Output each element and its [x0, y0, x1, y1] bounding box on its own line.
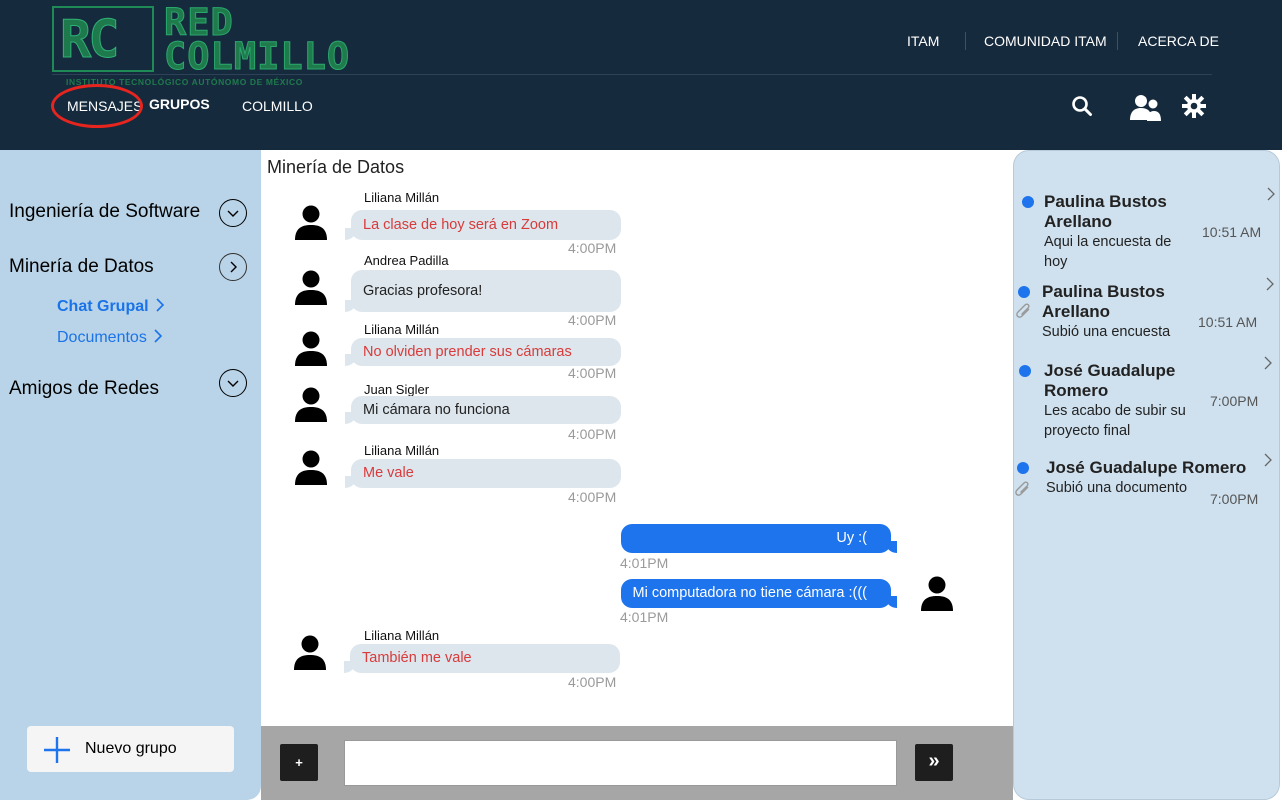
message-bubble: También me vale: [344, 644, 620, 673]
expand-toggle[interactable]: [219, 369, 247, 397]
message-input[interactable]: [344, 740, 897, 786]
notification-text: Les acabo de subir su proyecto final: [1044, 403, 1186, 439]
nav-itam[interactable]: ITAM: [907, 33, 939, 49]
collapse-toggle[interactable]: [219, 253, 247, 281]
message-bubble: Mi cámara no funciona: [345, 396, 621, 424]
send-button[interactable]: »: [915, 744, 953, 781]
notification-text: Subió una encuesta: [1042, 324, 1171, 340]
message-bubble: Gracias profesora!: [345, 270, 621, 312]
unread-dot: [1018, 286, 1030, 298]
new-group-button[interactable]: Nuevo grupo: [27, 726, 234, 772]
message-time: 4:00PM: [568, 240, 617, 256]
search-icon[interactable]: [1071, 95, 1093, 117]
chevron-right-icon: [154, 329, 162, 343]
notification-sender: Paulina Bustos Arellano: [1042, 282, 1165, 321]
groups-sidebar: Ingeniería de Software Minería de Datos …: [0, 150, 261, 800]
nav-separator: [1117, 32, 1118, 50]
nav-comunidad-itam[interactable]: COMUNIDAD ITAM: [984, 33, 1107, 49]
user-avatar-icon: [295, 270, 327, 305]
tab-colmillo[interactable]: COLMILLO: [242, 98, 313, 114]
expand-toggle[interactable]: [219, 199, 247, 227]
message-time: 4:00PM: [568, 365, 617, 381]
message-time: 4:01PM: [620, 609, 669, 625]
own-message-bubble: Uy :(: [621, 524, 897, 553]
header-divider: [52, 74, 1212, 75]
notification-text: Subió una documento: [1046, 480, 1188, 496]
message-bubble: La clase de hoy será en Zoom: [345, 210, 621, 240]
group-amigos-redes[interactable]: Amigos de Redes: [9, 378, 159, 400]
notifications-panel: Paulina Bustos Arellano Aqui la encuesta…: [1013, 150, 1280, 800]
unread-dot: [1022, 196, 1034, 208]
message-time: 4:00PM: [568, 426, 617, 442]
message-time: 4:00PM: [568, 674, 617, 690]
message-time: 4:00PM: [568, 489, 617, 505]
chevron-right-icon: [1264, 453, 1272, 467]
link-chat-grupal-label: Chat Grupal: [57, 298, 149, 315]
unread-dot: [1017, 462, 1029, 474]
notification-time: 10:51 AM: [1198, 314, 1258, 330]
message-bubble: No olviden prender sus cámaras: [345, 338, 621, 366]
message-time: 4:00PM: [568, 312, 617, 328]
own-avatar-icon: [921, 576, 953, 611]
unread-dot: [1019, 365, 1031, 377]
link-documentos-label: Documentos: [57, 329, 147, 346]
notification-sender: Paulina Bustos Arellano: [1044, 192, 1167, 231]
tab-grupos[interactable]: GRUPOS: [149, 96, 210, 112]
notification-item[interactable]: Paulina Bustos Arellano Aqui la encuesta…: [1014, 187, 1281, 273]
notification-time: 7:00PM: [1210, 393, 1259, 409]
own-message-bubble: Mi computadora no tiene cámara :(((: [621, 579, 897, 608]
message-time: 4:01PM: [620, 555, 669, 571]
paperclip-icon: [1016, 303, 1030, 318]
notification-time: 7:00PM: [1210, 491, 1259, 507]
notification-item[interactable]: José Guadalupe Romero Les acabo de subir…: [1014, 356, 1281, 446]
users-icon[interactable]: [1130, 94, 1162, 122]
chevron-down-icon: [227, 210, 239, 217]
chat-title: Minería de Datos: [267, 157, 405, 177]
notification-time: 10:51 AM: [1202, 224, 1262, 240]
nav-acerca-de[interactable]: ACERCA DE: [1138, 33, 1219, 49]
notification-sender: José Guadalupe Romero: [1046, 458, 1247, 477]
notification-text: Aqui la encuesta de hoy: [1044, 234, 1172, 270]
new-group-label: Nuevo grupo: [85, 740, 177, 757]
chevron-right-icon: [1267, 187, 1275, 201]
chevron-right-icon: [230, 261, 237, 273]
attach-button[interactable]: +: [280, 744, 318, 781]
message-sender: Andrea Padilla: [364, 253, 449, 268]
user-avatar-icon: [295, 205, 327, 240]
logo-name-line2: COLMILLO: [163, 35, 351, 78]
message-sender: Liliana Millán: [364, 190, 440, 205]
user-avatar-icon: [295, 387, 327, 422]
message-bubble: Me vale: [345, 459, 621, 488]
link-chat-grupal[interactable]: Chat Grupal: [57, 297, 165, 316]
link-documentos[interactable]: Documentos: [57, 328, 163, 347]
message-sender: Liliana Millán: [364, 628, 440, 643]
chevron-right-icon: [1266, 277, 1274, 291]
app-header: RC RED COLMILLO INSTITUTO TECNOLÓGICO AU…: [0, 0, 1282, 150]
user-avatar-icon: [295, 450, 327, 485]
chevron-right-icon: [1264, 356, 1272, 370]
notification-item[interactable]: Paulina Bustos Arellano Subió una encues…: [1014, 277, 1281, 343]
notification-item[interactable]: José Guadalupe Romero Subió una document…: [1014, 453, 1281, 507]
message-sender: Juan Sigler: [364, 382, 430, 397]
chevron-right-icon: [155, 298, 164, 312]
nav-separator: [965, 32, 966, 50]
red-colmillo-logo[interactable]: RC RED COLMILLO INSTITUTO TECNOLÓGICO AU…: [52, 4, 364, 90]
paperclip-icon: [1015, 481, 1029, 496]
notification-sender: José Guadalupe Romero: [1044, 361, 1176, 400]
chat-area: Minería de Datos Liliana Millán La clase…: [261, 150, 1013, 726]
logo-mark-frame: RC: [52, 6, 154, 72]
composer-bar: + »: [261, 726, 1013, 800]
plus-icon: [44, 737, 70, 763]
chevron-down-icon: [227, 380, 239, 387]
user-avatar-icon: [294, 635, 326, 670]
message-sender: Liliana Millán: [364, 322, 440, 337]
group-ingenieria-software[interactable]: Ingeniería de Software: [9, 201, 200, 223]
logo-mark: RC: [60, 10, 121, 71]
gear-icon[interactable]: [1182, 94, 1206, 118]
group-mineria-datos[interactable]: Minería de Datos: [9, 256, 154, 278]
message-sender: Liliana Millán: [364, 443, 440, 458]
user-avatar-icon: [295, 331, 327, 366]
highlight-circle: [51, 84, 143, 128]
